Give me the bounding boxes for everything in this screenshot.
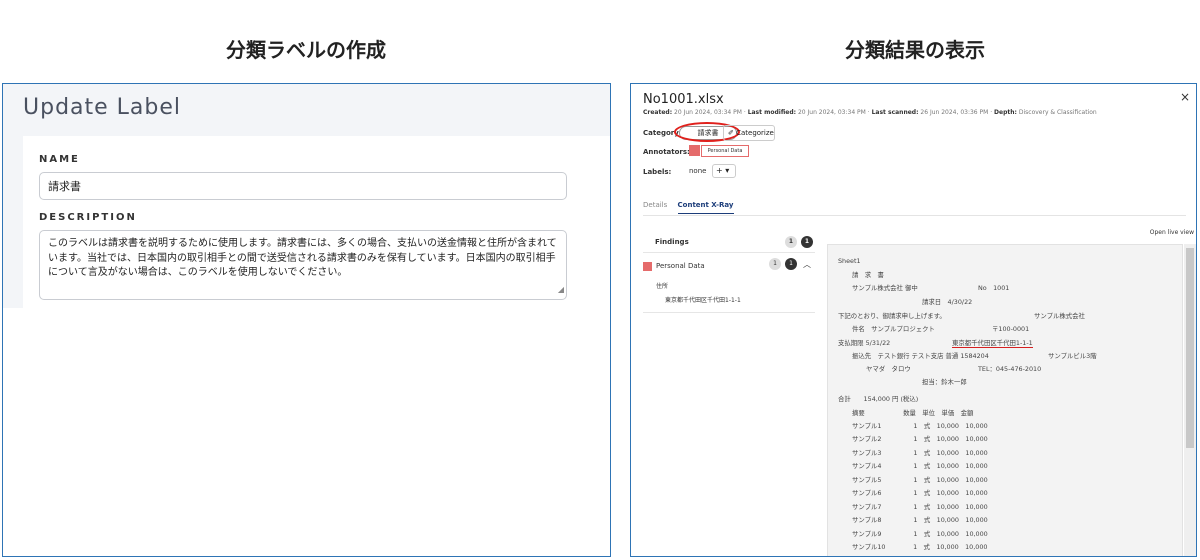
labels-value: none — [689, 167, 707, 175]
finding-count-badge-dark: 1 — [785, 258, 797, 270]
document-line: 件名 サンプルプロジェクト — [852, 325, 935, 333]
created-label: Created: — [643, 109, 673, 116]
finding-count-badge: 1 — [769, 258, 781, 270]
document-line: サンプル10 1 式 10,000 10,000 — [852, 543, 988, 551]
detail-tabs: Details Content X-Ray — [643, 201, 742, 214]
resize-handle-icon[interactable]: ◢ — [558, 283, 564, 298]
document-line: サンプル9 1 式 10,000 10,000 — [852, 530, 988, 538]
name-label: NAME — [39, 154, 80, 165]
document-line: ヤマダ タロウ — [866, 365, 911, 373]
document-line: 請求日 4/30/22 — [922, 298, 973, 306]
gutter — [3, 136, 23, 308]
document-line: Sheet1 — [838, 257, 861, 265]
document-line: サンプル3 1 式 10,000 10,000 — [852, 449, 988, 457]
chevron-up-icon[interactable]: ︿ — [803, 259, 811, 270]
findings-title: Findings — [655, 238, 689, 246]
finding-name: Personal Data — [656, 262, 705, 270]
address-label: 住所 — [656, 283, 669, 290]
document-line: サンプル株式会社 御中 — [852, 284, 918, 292]
update-label-title: Update Label — [3, 84, 610, 136]
open-live-view-link[interactable]: Open live view — [1150, 229, 1194, 236]
description-label: DESCRIPTION — [39, 212, 137, 223]
document-line: サンプル2 1 式 10,000 10,000 — [852, 435, 988, 443]
document-preview: Sheet1 請 求 書サンプル株式会社 御中 No 1001 請求日 4/30/22… — [827, 244, 1183, 556]
address-value[interactable]: 東京都千代田区千代田1-1-1 — [665, 295, 741, 304]
document-line: サンプル1 1 式 10,000 10,000 — [852, 422, 988, 430]
scrollbar-thumb[interactable] — [1186, 248, 1194, 448]
document-line: サンプル8 1 式 10,000 10,000 — [852, 516, 988, 524]
document-line: 振込先 テスト銀行 テスト支店 普通 1584204 — [852, 352, 989, 360]
description-textarea[interactable]: このラベルは請求書を説明するために使用します。請求書には、多くの場合、支払いの送… — [39, 230, 567, 300]
preview-scrollbar[interactable] — [1184, 244, 1196, 556]
close-icon[interactable]: × — [1180, 90, 1190, 104]
document-line: 支払期限 5/31/22 — [838, 339, 891, 347]
findings-count-badge: 1 — [785, 236, 797, 248]
document-line: 請 求 書 — [852, 271, 884, 279]
update-label-panel: Update Label NAME 請求書 DESCRIPTION このラベルは… — [2, 83, 611, 557]
file-name: No1001.xlsx — [643, 92, 724, 107]
tab-content-xray[interactable]: Content X-Ray — [677, 201, 734, 214]
categorize-button[interactable]: ✐ Categorize — [723, 125, 775, 141]
document-line: サンプルビル3階 — [1048, 352, 1097, 360]
update-label-form: NAME 請求書 DESCRIPTION このラベルは請求書を説明するために使用… — [23, 136, 610, 308]
document-line: サンプル5 1 式 10,000 10,000 — [852, 476, 988, 484]
labels-label: Labels: — [643, 168, 672, 176]
finding-item[interactable]: Personal Data 1 1 ︿ 住所 東京都千代田区千代田1-1-1 — [643, 253, 815, 313]
scanned-value: 26 Jun 2024, 03:36 PM — [920, 109, 989, 116]
modified-label: Last modified: — [747, 109, 797, 116]
created-value: 20 Jun 2024, 03:34 PM — [674, 109, 742, 116]
document-line: サンプル7 1 式 10,000 10,000 — [852, 503, 988, 511]
document-line: 担当：鈴木一郎 — [922, 378, 967, 386]
tab-divider — [643, 215, 1186, 216]
depth-value: Discovery & Classification — [1018, 109, 1097, 116]
document-line: 下記のとおり、御請求申し上げます。 — [838, 312, 946, 320]
scanned-label: Last scanned: — [871, 109, 919, 116]
document-line: 摘要 数量 単位 単価 金額 — [852, 409, 974, 417]
annotator-color-swatch — [689, 145, 700, 156]
document-line: 合計 154,000 円 (税込) — [838, 395, 919, 403]
left-caption: 分類ラベルの作成 — [226, 38, 386, 62]
tab-details[interactable]: Details — [643, 201, 667, 209]
document-line: 〒100-0001 — [992, 325, 1030, 333]
add-label-button[interactable]: + ▾ — [712, 164, 736, 178]
document-line: No 1001 — [978, 284, 1010, 292]
findings-header: Findings 1 1 — [643, 231, 815, 253]
highlighted-address: 東京都千代田区千代田1-1-1 — [952, 339, 1033, 348]
name-input[interactable]: 請求書 — [39, 172, 567, 200]
file-meta: Created: 20 Jun 2024, 03:34 PM · Last mo… — [643, 109, 1097, 116]
personal-data-swatch — [643, 262, 652, 271]
document-line: サンプル6 1 式 10,000 10,000 — [852, 489, 988, 497]
document-line: サンプル4 1 式 10,000 10,000 — [852, 462, 988, 470]
description-text: このラベルは請求書を説明するために使用します。請求書には、多くの場合、支払いの送… — [48, 238, 557, 278]
modified-value: 20 Jun 2024, 03:34 PM — [797, 109, 866, 116]
annotators-label: Annotators: — [643, 148, 690, 156]
findings-count-badge-dark: 1 — [801, 236, 813, 248]
findings-list: Findings 1 1 Personal Data 1 1 ︿ 住所 東京都千… — [643, 231, 815, 313]
depth-label: Depth: — [994, 109, 1017, 116]
right-caption: 分類結果の表示 — [845, 38, 985, 62]
document-line: サンプル株式会社 — [1034, 312, 1085, 320]
document-line: TEL：045-476-2010 — [978, 365, 1042, 373]
annotator-chip[interactable]: Personal Data — [701, 145, 749, 157]
file-detail-panel: × No1001.xlsx Created: 20 Jun 2024, 03:3… — [630, 83, 1197, 557]
